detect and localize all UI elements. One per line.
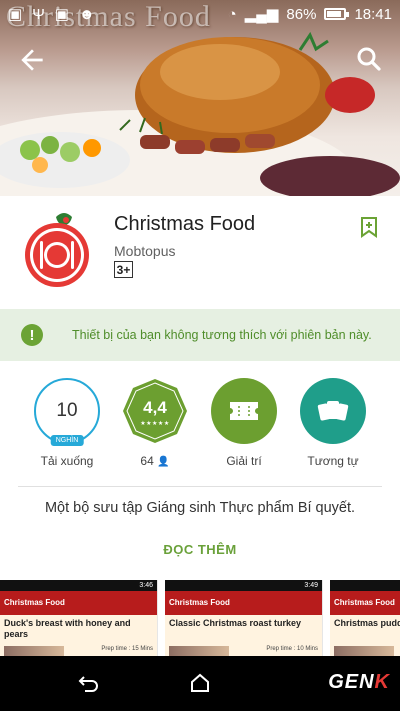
read-more-button[interactable]: ĐỌC THÊM — [0, 542, 400, 557]
screenshot-app-bar: Christmas Food — [0, 591, 157, 615]
screenshot-thumbnail[interactable]: Christmas Food Christmas pudd — [330, 580, 400, 656]
rating-value: 4,4 — [143, 398, 167, 417]
screenshot-thumbnail[interactable]: 3:49 Christmas Food Classic Christmas ro… — [165, 580, 323, 656]
search-button[interactable] — [354, 44, 386, 76]
downloads-label: Tải xuống — [40, 454, 94, 468]
screenshot-thumbnail[interactable]: 3:46 Christmas Food Duck's breast with h… — [0, 580, 158, 656]
similar-stat[interactable]: Tương tự — [288, 378, 378, 468]
downloads-unit-badge: NGHÌN — [50, 435, 84, 446]
screenshot-carousel[interactable]: 3:46 Christmas Food Duck's breast with h… — [0, 580, 400, 656]
app-details-screen: Christmas Food ▣ Ψ ▣ ☻ ◔ ▂▄▆ 86% 18:41 C… — [0, 0, 400, 711]
home-icon — [191, 673, 209, 692]
arrow-back-icon — [21, 49, 43, 71]
warning-icon: ! — [21, 324, 43, 346]
brand-logo: GENK — [328, 671, 390, 693]
clock: 18:41 — [354, 5, 392, 23]
age-rating-badge: 3+ — [114, 261, 133, 278]
battery-icon — [324, 8, 350, 20]
android-icon: ☻ — [78, 5, 95, 23]
category-label: Giải trí — [226, 454, 262, 468]
signal-icon: ▂▄▆ — [244, 5, 279, 23]
similar-label: Tương tự — [307, 454, 359, 468]
rating-stars: ★★★★★ — [140, 421, 170, 427]
recipe-image — [169, 646, 229, 656]
nav-home-button[interactable] — [189, 672, 211, 694]
downloads-circle: 10 NGHÌN — [34, 378, 100, 446]
screenshot-prep-time: Prep time : 10 Mins — [266, 646, 318, 652]
screenshot-time: 3:46 — [0, 580, 157, 591]
bookmark-add-icon — [361, 217, 377, 238]
wishlist-button[interactable] — [360, 216, 378, 238]
screenshot-app-bar: Christmas Food — [330, 591, 400, 615]
plate-icon — [25, 213, 89, 287]
compatibility-warning: ! Thiết bị của bạn không tương thích với… — [0, 309, 400, 361]
back-button[interactable] — [16, 44, 48, 76]
image-icon: ▣ — [54, 5, 69, 23]
warning-text: Thiết bị của bạn không tương thích với p… — [72, 328, 372, 342]
stats-row: 10 NGHÌN Tải xuống 4,4 ★★★★★ 64 👤 Giải t… — [0, 378, 400, 474]
screenshot-recipe-title: Duck's breast with honey and pears — [4, 618, 131, 639]
back-icon — [78, 676, 98, 692]
screenshot-app-bar: Christmas Food — [165, 591, 322, 615]
app-header: Christmas Food Mobtopus 3+ — [0, 196, 400, 309]
recipe-image — [4, 646, 64, 656]
developer-link[interactable]: Mobtopus — [114, 243, 175, 259]
ticket-icon — [230, 402, 258, 420]
wifi-icon: ◔ — [227, 5, 237, 23]
app-description: Một bộ sưu tập Giáng sinh Thực phẩm Bí q… — [44, 500, 356, 516]
person-icon: 👤 — [157, 456, 170, 468]
rating-stat[interactable]: 4,4 ★★★★★ 64 👤 — [110, 378, 200, 468]
app-title: Christmas Food — [114, 213, 256, 235]
hero-banner: Christmas Food ▣ Ψ ▣ ☻ ◔ ▂▄▆ 86% 18:41 — [0, 0, 400, 196]
category-stat[interactable]: Giải trí — [199, 378, 289, 468]
app-icon[interactable] — [22, 211, 92, 289]
image-icon: ▣ — [8, 5, 23, 23]
screenshot-recipe-title: Classic Christmas roast turkey — [169, 618, 302, 628]
navigation-bar: GENK — [0, 656, 400, 711]
rating-count: 64 — [140, 454, 154, 468]
search-icon — [357, 47, 381, 71]
screenshot-time: 3:49 — [165, 580, 322, 591]
battery-percent: 86% — [286, 5, 317, 23]
screenshot-prep-time: Prep time : 15 Mins — [101, 646, 153, 652]
divider — [18, 486, 382, 487]
screenshot-recipe-title: Christmas pudd — [334, 618, 400, 628]
screenshot-time — [330, 580, 400, 591]
nav-back-button[interactable] — [78, 673, 100, 695]
recipe-image — [334, 646, 394, 656]
downloads-value: 10 — [56, 400, 78, 421]
downloads-stat: 10 NGHÌN Tải xuống — [22, 378, 112, 468]
usb-icon: Ψ — [32, 5, 45, 23]
status-bar: ▣ Ψ ▣ ☻ ◔ ▂▄▆ 86% 18:41 — [0, 0, 400, 28]
cards-icon — [317, 401, 349, 421]
